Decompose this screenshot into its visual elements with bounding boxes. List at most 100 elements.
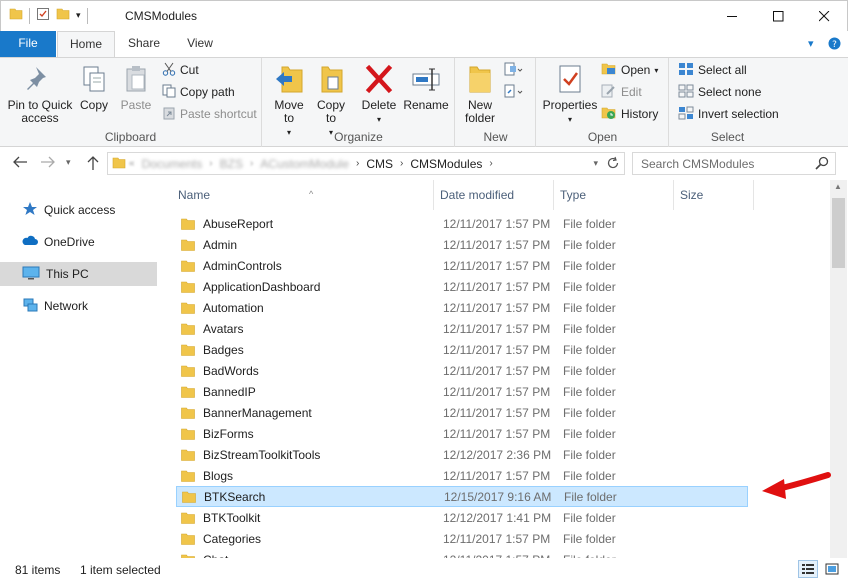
recent-locations-icon[interactable]: ▾ [66,157,71,168]
minimize-button[interactable] [709,1,755,31]
scrollbar-thumb[interactable] [832,198,845,268]
table-row[interactable]: BannedIP 12/11/2017 1:57 PM File folder [176,381,748,402]
address-bar[interactable]: « Documents › BZS › ACustomModule › CMS … [107,152,625,175]
file-date: 12/12/2017 2:36 PM [443,447,552,462]
sort-ascending-icon: ^ [309,189,314,199]
table-row[interactable]: ApplicationDashboard 12/11/2017 1:57 PM Fi… [176,276,748,297]
table-row[interactable]: Categories 12/11/2017 1:57 PM File folder [176,528,748,549]
tab-share[interactable]: Share [118,31,170,57]
vertical-scrollbar[interactable]: ▲ [830,180,847,558]
window-title: CMSModules [125,9,198,23]
properties-check-icon[interactable] [36,7,50,24]
tab-file[interactable]: File [0,31,56,57]
column-header-name[interactable]: Name ^ [172,180,434,210]
pin-to-quick-access-button[interactable]: Pin to Quick access [4,62,76,125]
nav-item-this-pc[interactable]: This PC [0,262,157,286]
edit-button[interactable]: Edit [601,82,642,102]
qat-dropdown-icon[interactable]: ▾ [76,10,81,21]
table-row[interactable]: Badges 12/11/2017 1:57 PM File folder [176,339,748,360]
paste-button[interactable]: Paste [116,62,156,112]
cut-button[interactable]: Cut [162,60,199,80]
search-icon[interactable] [815,156,829,173]
folder-icon [181,239,195,251]
properties-button[interactable]: Properties ▾ [541,62,599,126]
file-date: 12/11/2017 1:57 PM [443,258,551,273]
window-controls [709,1,847,31]
address-dropdown-icon[interactable]: ▾ [593,158,598,169]
copy-button[interactable]: Copy [74,62,114,112]
nav-item-network[interactable]: Network [0,294,157,318]
select-all-button[interactable]: Select all [678,60,747,80]
table-row[interactable]: Blogs 12/11/2017 1:57 PM File folder [176,465,748,486]
breadcrumb-documents[interactable]: Documents [142,157,203,171]
search-box[interactable]: Search CMSModules [632,152,836,175]
delete-x-icon [363,62,395,96]
easy-access-button[interactable] [504,83,524,103]
qat-separator [29,7,30,24]
table-row[interactable]: BadWords 12/11/2017 1:57 PM File folder [176,360,748,381]
copy-path-icon [162,84,176,101]
breadcrumb-cms[interactable]: CMS [366,157,393,171]
select-none-button[interactable]: Select none [678,82,761,102]
help-icon[interactable]: ? [828,37,841,53]
table-row[interactable]: Avatars 12/11/2017 1:57 PM File folder [176,318,748,339]
close-button[interactable] [801,1,847,31]
nav-item-onedrive[interactable]: OneDrive [0,230,157,254]
tab-home[interactable]: Home [57,31,115,58]
search-input[interactable]: Search CMSModules [641,157,754,171]
back-arrow-icon[interactable] [12,155,28,172]
refresh-icon[interactable] [606,156,620,173]
dropdown-arrow-icon: ▾ [567,115,572,124]
details-view-icon[interactable] [798,560,818,578]
file-type: File folder [563,468,616,483]
new-folder-button[interactable]: New folder [460,62,500,125]
move-to-button[interactable]: Move to ▾ [269,62,309,139]
tab-view[interactable]: View [174,31,226,57]
table-row[interactable]: BizForms 12/11/2017 1:57 PM File folder [176,423,748,444]
invert-selection-button[interactable]: Invert selection [678,104,779,124]
breadcrumb-bzs[interactable]: BZS [220,157,243,171]
copy-to-button[interactable]: Copy to ▾ [311,62,351,139]
table-row[interactable]: AbuseReport 12/11/2017 1:57 PM File folder [176,213,748,234]
rename-button[interactable]: Rename [403,62,449,112]
invert-selection-icon [678,106,694,123]
column-header-date[interactable]: Date modified [434,180,554,210]
table-row[interactable]: BizStreamToolkitTools 12/12/2017 2:36 PM F… [176,444,748,465]
file-type: File folder [564,489,617,504]
breadcrumb-cmsmodules[interactable]: CMSModules [410,157,482,171]
table-row[interactable]: Admin 12/11/2017 1:57 PM File folder [176,234,748,255]
new-folder-qat-icon[interactable] [56,7,70,24]
column-header-size[interactable]: Size [674,180,754,210]
rename-icon [410,62,442,96]
file-name: Admin [203,237,238,252]
table-row[interactable]: Automation 12/11/2017 1:57 PM File folder [176,297,748,318]
paste-shortcut-button[interactable]: Paste shortcut [162,104,257,124]
large-icons-view-icon[interactable] [822,560,842,578]
history-button[interactable]: History [601,104,658,124]
nav-item-quick-access[interactable]: Quick access [0,198,157,222]
forward-arrow-icon[interactable] [40,155,56,172]
chevron-down-icon[interactable]: ▾ [808,37,814,50]
chevron-right-icon: › [209,158,213,169]
copy-path-button[interactable]: Copy path [162,82,235,102]
new-item-button[interactable] [504,61,524,81]
table-row[interactable]: BTKToolkit 12/12/2017 1:41 PM File folder [176,507,748,528]
clipboard-group-label: Clipboard [104,130,157,144]
open-button[interactable]: Open ▾ [601,60,658,80]
delete-button[interactable]: Delete ▾ [359,62,399,126]
table-row[interactable]: BTKSearch 12/15/2017 9:16 AM File folder [176,486,748,507]
file-name: AdminControls [203,258,282,273]
maximize-button[interactable] [755,1,801,31]
folder-icon [9,7,23,24]
table-row[interactable]: AdminControls 12/11/2017 1:57 PM File fold… [176,255,748,276]
breadcrumb-acustommodule[interactable]: ACustomModule [260,157,349,171]
selection-count: 1 item selected [80,563,161,577]
folder-icon [181,428,195,440]
clipboard-group: Pin to Quick access Copy Paste Cut Copy … [0,58,262,147]
table-row[interactable]: BannerManagement 12/11/2017 1:57 PM File f… [176,402,748,423]
properties-icon [554,62,586,96]
column-header-type[interactable]: Type [554,180,674,210]
up-arrow-icon[interactable] [86,155,100,174]
scroll-up-icon[interactable]: ▲ [834,182,842,191]
table-row[interactable]: Chat12/11/2017 1:57 PMFile folder [176,549,748,558]
